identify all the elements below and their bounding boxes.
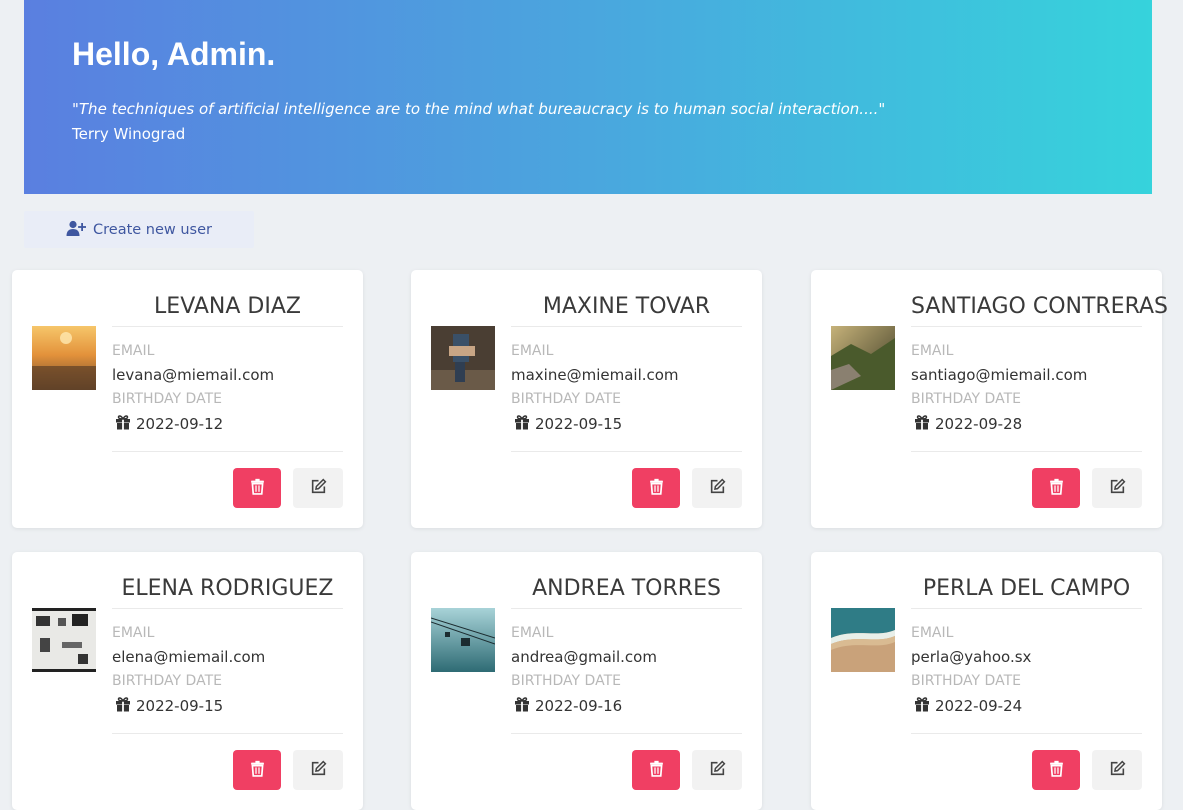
delete-user-button[interactable]: [1032, 750, 1080, 790]
user-name: ELENA RODRIGUEZ: [121, 576, 334, 601]
divider: [112, 733, 343, 734]
edit-icon: [709, 478, 726, 498]
edit-user-button[interactable]: [1092, 468, 1142, 508]
user-name: MAXINE TOVAR: [542, 294, 711, 319]
user-avatar: [831, 326, 895, 390]
email-label: EMAIL: [511, 625, 554, 641]
user-avatar: [831, 608, 895, 672]
edit-icon: [310, 478, 327, 498]
create-user-button[interactable]: Create new user: [24, 211, 254, 248]
edit-user-button[interactable]: [692, 750, 742, 790]
user-email: santiago@miemail.com: [911, 366, 1088, 384]
email-label: EMAIL: [911, 343, 954, 359]
delete-user-button[interactable]: [233, 468, 281, 508]
user-avatar: [431, 608, 495, 672]
birthday-label: BIRTHDAY DATE: [911, 391, 1021, 407]
user-avatar: [32, 326, 96, 390]
user-card: PERLA DEL CAMPO EMAIL perla@yahoo.sx BIR…: [811, 552, 1162, 810]
email-label: EMAIL: [112, 343, 155, 359]
user-email: levana@miemail.com: [112, 366, 275, 384]
email-label: EMAIL: [911, 625, 954, 641]
user-birthday: 2022-09-12: [136, 415, 224, 433]
trash-icon: [249, 760, 266, 780]
edit-user-button[interactable]: [1092, 750, 1142, 790]
divider: [911, 733, 1142, 734]
birthday-value-row: 2022-09-12: [115, 414, 223, 434]
divider: [911, 451, 1142, 452]
gift-icon: [914, 696, 930, 716]
edit-icon: [709, 760, 726, 780]
birthday-label: BIRTHDAY DATE: [112, 673, 222, 689]
divider: [112, 451, 343, 452]
edit-icon: [1109, 760, 1126, 780]
create-user-label: Create new user: [93, 221, 212, 238]
user-email: perla@yahoo.sx: [911, 648, 1032, 666]
user-card: LEVANA DIAZ EMAIL levana@miemail.com BIR…: [12, 270, 363, 528]
delete-user-button[interactable]: [1032, 468, 1080, 508]
trash-icon: [648, 478, 665, 498]
divider: [511, 326, 742, 327]
user-card: ELENA RODRIGUEZ EMAIL elena@miemail.com …: [12, 552, 363, 810]
divider: [511, 608, 742, 609]
divider: [511, 733, 742, 734]
birthday-value-row: 2022-09-15: [115, 696, 223, 716]
birthday-label: BIRTHDAY DATE: [911, 673, 1021, 689]
birthday-value-row: 2022-09-28: [914, 414, 1022, 434]
divider: [112, 326, 343, 327]
birthday-label: BIRTHDAY DATE: [511, 391, 621, 407]
delete-user-button[interactable]: [632, 750, 680, 790]
birthday-label: BIRTHDAY DATE: [511, 673, 621, 689]
user-name: PERLA DEL CAMPO: [922, 576, 1131, 601]
user-name: ANDREA TORRES: [532, 576, 721, 601]
user-birthday: 2022-09-15: [535, 415, 623, 433]
user-card: MAXINE TOVAR EMAIL maxine@miemail.com BI…: [411, 270, 762, 528]
quote-text: "The techniques of artificial intelligen…: [72, 100, 886, 118]
delete-user-button[interactable]: [632, 468, 680, 508]
greeting-title: Hello, Admin.: [72, 36, 276, 72]
trash-icon: [1048, 478, 1065, 498]
trash-icon: [648, 760, 665, 780]
user-birthday: 2022-09-16: [535, 697, 623, 715]
user-birthday: 2022-09-15: [136, 697, 224, 715]
user-email: andrea@gmail.com: [511, 648, 657, 666]
trash-icon: [1048, 760, 1065, 780]
divider: [511, 451, 742, 452]
divider: [112, 608, 343, 609]
edit-user-button[interactable]: [692, 468, 742, 508]
quote-author: Terry Winograd: [72, 125, 186, 143]
gift-icon: [514, 696, 530, 716]
birthday-value-row: 2022-09-16: [514, 696, 622, 716]
divider: [911, 608, 1142, 609]
birthday-label: BIRTHDAY DATE: [112, 391, 222, 407]
edit-icon: [310, 760, 327, 780]
welcome-banner: Hello, Admin. "The techniques of artific…: [24, 0, 1152, 194]
user-card: SANTIAGO CONTRERAS EMAIL santiago@miemai…: [811, 270, 1168, 528]
email-label: EMAIL: [511, 343, 554, 359]
divider: [911, 326, 1142, 327]
birthday-value-row: 2022-09-24: [914, 696, 1022, 716]
user-card: ANDREA TORRES EMAIL andrea@gmail.com BIR…: [411, 552, 762, 810]
trash-icon: [249, 478, 266, 498]
delete-user-button[interactable]: [233, 750, 281, 790]
user-email: maxine@miemail.com: [511, 366, 679, 384]
user-birthday: 2022-09-28: [935, 415, 1023, 433]
user-email: elena@miemail.com: [112, 648, 266, 666]
gift-icon: [115, 414, 131, 434]
edit-icon: [1109, 478, 1126, 498]
user-plus-icon: [66, 220, 87, 240]
gift-icon: [514, 414, 530, 434]
user-avatar: [32, 608, 96, 672]
user-birthday: 2022-09-24: [935, 697, 1023, 715]
gift-icon: [115, 696, 131, 716]
user-avatar: [431, 326, 495, 390]
gift-icon: [914, 414, 930, 434]
user-name: LEVANA DIAZ: [154, 294, 301, 319]
edit-user-button[interactable]: [293, 750, 343, 790]
edit-user-button[interactable]: [293, 468, 343, 508]
user-name: SANTIAGO CONTRERAS: [911, 294, 1168, 319]
birthday-value-row: 2022-09-15: [514, 414, 622, 434]
email-label: EMAIL: [112, 625, 155, 641]
